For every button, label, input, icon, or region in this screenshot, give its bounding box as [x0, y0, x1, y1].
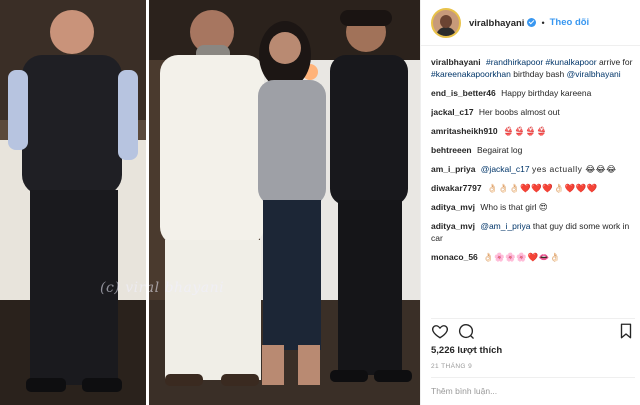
comment-mention[interactable]: @jackal_c17 — [481, 164, 530, 174]
post-header: viralbhayani • Theo dõi — [421, 0, 640, 46]
comment-text: Happy birthday kareena — [501, 88, 592, 98]
caption-hashtags[interactable]: #randhirkapoor #kunalkapoor — [486, 57, 597, 67]
like-heart-icon[interactable] — [431, 322, 449, 340]
comment: jackal_c17 Her boobs almost out — [431, 106, 635, 118]
comment: aditya_mvj @am_i_priya that guy did some… — [431, 220, 635, 244]
header-username-text[interactable]: viralbhayani — [469, 18, 524, 29]
comment: amritasheikh910 👙👙👙👙 — [431, 125, 635, 137]
caption-username[interactable]: viralbhayani — [431, 57, 481, 67]
comment-text: Begairat log — [477, 145, 523, 155]
comment-username[interactable]: monaco_56 — [431, 252, 478, 262]
comment: behtreeen Begairat log — [431, 144, 635, 156]
post-date[interactable]: 21 THÁNG 9 — [431, 363, 472, 370]
comment-username[interactable]: amritasheikh910 — [431, 126, 498, 136]
comment-mention[interactable]: @am_i_priya — [480, 221, 530, 231]
avatar[interactable] — [431, 7, 461, 38]
post-side-panel: viralbhayani • Theo dõi viralbhayani #ra… — [420, 0, 640, 405]
comment-username[interactable]: aditya_mvj — [431, 221, 475, 231]
likes-count[interactable]: 5,226 lượt thích — [431, 345, 502, 356]
comments-list[interactable]: viralbhayani #randhirkapoor #kunalkapoor… — [431, 56, 635, 318]
caption-text-2: birthday bash — [513, 69, 565, 79]
action-bar — [431, 318, 635, 340]
comment-username[interactable]: aditya_mvj — [431, 202, 475, 212]
caption-mention[interactable]: @viralbhayani — [567, 69, 621, 79]
comment-text: Who is that girl 😍 — [480, 202, 548, 212]
header-dot-separator: • — [541, 17, 545, 28]
comment: diwakar7797 👌🏻👌🏻👌🏻❤️❤️❤️👌🏻❤️❤️❤️ — [431, 182, 635, 194]
comment-username[interactable]: end_is_better46 — [431, 88, 496, 98]
comment-text: Her boobs almost out — [478, 107, 560, 117]
comment: am_i_priya @jackal_c17 yes actually 😂😂😂 — [431, 163, 635, 175]
comment-bubble-icon[interactable] — [457, 322, 475, 340]
verified-badge-icon — [527, 17, 537, 27]
caption-text: arrive for — [598, 57, 633, 67]
comment: end_is_better46 Happy birthday kareena — [431, 87, 635, 99]
post-photo-image — [0, 0, 420, 405]
instagram-post: (c) viral bhayani viralbhayani • Theo dõ… — [0, 0, 640, 405]
comment-text: 👌🏻👌🏻👌🏻❤️❤️❤️👌🏻❤️❤️❤️ — [486, 183, 598, 193]
comment-text: 👌🏻🌸🌸🌸❤️👄👌🏻 — [483, 252, 561, 262]
caption: viralbhayani #randhirkapoor #kunalkapoor… — [431, 56, 635, 80]
comment: monaco_56 👌🏻🌸🌸🌸❤️👄👌🏻 — [431, 251, 635, 263]
comment-username[interactable]: diwakar7797 — [431, 183, 482, 193]
bookmark-icon[interactable] — [617, 322, 635, 340]
comment-text: 👙👙👙👙 — [503, 126, 548, 136]
comment-username[interactable]: jackal_c17 — [431, 107, 474, 117]
photo-divider — [146, 0, 149, 405]
add-comment-input[interactable]: Thêm bình luận... — [431, 377, 635, 401]
post-photo[interactable]: (c) viral bhayani — [0, 0, 420, 405]
comment-username[interactable]: am_i_priya — [431, 164, 475, 174]
caption-hashtag-kareena[interactable]: #kareenakapoorkhan — [431, 69, 511, 79]
comment: aditya_mvj Who is that girl 😍 — [431, 201, 635, 213]
comment-username[interactable]: behtreeen — [431, 145, 472, 155]
comment-text: yes actually 😂😂😂 — [531, 164, 617, 174]
header-username[interactable]: viralbhayani — [469, 17, 537, 29]
follow-button[interactable]: Theo dõi — [550, 17, 590, 28]
photo-watermark: (c) viral bhayani — [100, 280, 225, 296]
